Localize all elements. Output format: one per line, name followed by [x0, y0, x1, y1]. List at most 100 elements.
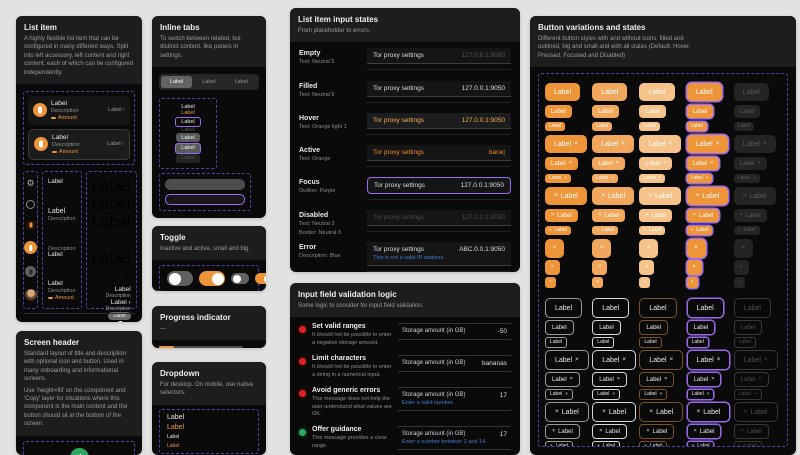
filled-sm-x-label-hover-button[interactable]: × Label [592, 226, 619, 236]
filled-md-icon-hover-button[interactable]: × [592, 260, 608, 276]
dropdown-option[interactable]: Label [167, 443, 251, 449]
outlined-md-x-label-disabled-button[interactable]: × Label [733, 424, 769, 440]
filled-md-label-x-pressed-button[interactable]: Label × [639, 157, 673, 171]
proxy-input[interactable]: Tor proxy settings This is not a valid IP… [367, 241, 511, 266]
filled-sm-x-label-pressed-button[interactable]: × Label [639, 226, 666, 236]
filled-sm-x-label-focus-button[interactable]: × Label [686, 226, 713, 236]
filled-md-label-x-default-button[interactable]: Label × [545, 157, 578, 171]
storage-input[interactable]: Storage amount (in GB) -50 [398, 323, 511, 341]
proxy-input[interactable]: Tor proxy settings 127.0.0.1:9050 [367, 80, 511, 97]
proxy-input[interactable]: Tor proxy settings 127.0.0.1:9050 [367, 209, 511, 226]
filled-sm-label-disabled-button[interactable]: Label [733, 122, 755, 132]
filled-sm-label-x-hover-button[interactable]: Label × [592, 174, 619, 184]
outlined-md-label-x-hover-button[interactable]: Label × [592, 372, 628, 388]
filled-lg-icon-pressed-button[interactable]: × [639, 238, 659, 258]
filled-md-icon-disabled-button[interactable]: × [733, 260, 749, 276]
filled-md-label-x-focus-button[interactable]: Label × [686, 157, 720, 171]
filled-lg-label-focus-button[interactable]: Label [686, 83, 722, 102]
outlined-sm-label-hover-button[interactable]: Label [592, 337, 615, 349]
filled-md-x-label-focus-button[interactable]: × Label [686, 209, 720, 223]
outlined-lg-x-label-focus-button[interactable]: × Label [686, 402, 731, 423]
outlined-md-x-label-default-button[interactable]: × Label [545, 424, 580, 440]
right-link[interactable]: Label › [92, 214, 131, 250]
filled-lg-label-x-disabled-button[interactable]: Label × [733, 135, 776, 154]
filled-sm-label-x-disabled-button[interactable]: Label × [733, 174, 760, 184]
outlined-sm-label-pressed-button[interactable]: Label [639, 337, 662, 349]
outlined-lg-label-hover-button[interactable]: Label [592, 298, 630, 319]
outlined-md-x-label-focus-button[interactable]: × Label [686, 424, 722, 440]
filled-lg-icon-disabled-button[interactable]: × [733, 238, 753, 258]
tab-variant-pill-bg[interactable]: Label [176, 133, 200, 143]
filled-lg-x-label-focus-button[interactable]: × Label [686, 187, 729, 206]
filled-md-x-label-pressed-button[interactable]: × Label [639, 209, 673, 223]
filled-sm-x-label-disabled-button[interactable]: × Label [733, 226, 760, 236]
outlined-lg-x-label-default-button[interactable]: × Label [545, 402, 589, 423]
outlined-sm-x-label-hover-button[interactable]: × Label [592, 441, 621, 447]
filled-md-label-focus-button[interactable]: Label [686, 105, 714, 119]
toggle-big-off[interactable] [167, 271, 193, 287]
tab-variant-orange[interactable]: Label [181, 110, 194, 116]
storage-input[interactable]: Storage amount (in GB) Enter a valid numb… [398, 387, 511, 412]
toggle-small-off[interactable] [231, 273, 249, 285]
proxy-input[interactable]: Tor proxy settings 127.0.0.1:9050 [367, 112, 511, 129]
tab-variant-pill-disabled[interactable]: Label [176, 153, 200, 163]
filled-lg-label-disabled-button[interactable]: Label [733, 83, 769, 102]
dropdown-option[interactable]: Label [167, 424, 251, 431]
tab-2[interactable]: Label [226, 76, 257, 88]
filled-sm-icon-disabled-button[interactable]: × [733, 277, 745, 289]
filled-lg-label-x-hover-button[interactable]: Label × [592, 135, 635, 154]
dropdown-option[interactable]: Label [167, 434, 251, 440]
filled-sm-label-pressed-button[interactable]: Label [639, 122, 660, 132]
filled-sm-label-x-default-button[interactable]: Label × [545, 174, 571, 184]
outlined-lg-label-disabled-button[interactable]: Label [733, 298, 771, 319]
filled-sm-label-x-focus-button[interactable]: Label × [686, 174, 713, 184]
right-two-line[interactable]: Label › Description [106, 299, 131, 312]
outlined-sm-label-focus-button[interactable]: Label [686, 337, 709, 349]
filled-lg-x-label-default-button[interactable]: × Label [545, 187, 587, 206]
filled-lg-icon-hover-button[interactable]: × [592, 238, 612, 258]
filled-sm-icon-focus-button[interactable]: × [686, 277, 698, 289]
filled-md-label-pressed-button[interactable]: Label [639, 105, 667, 119]
filled-lg-label-hover-button[interactable]: Label [592, 83, 628, 102]
filled-sm-label-focus-button[interactable]: Label [686, 122, 707, 132]
filled-md-icon-focus-button[interactable]: × [686, 260, 702, 276]
outlined-lg-label-focus-button[interactable]: Label [686, 298, 724, 319]
toggle-small-on[interactable] [255, 273, 266, 285]
tab-variant-focus[interactable]: Label [175, 116, 201, 127]
outlined-lg-x-label-disabled-button[interactable]: × Label [733, 402, 778, 423]
outlined-sm-x-label-focus-button[interactable]: × Label [686, 441, 715, 447]
filled-lg-label-x-default-button[interactable]: Label × [545, 135, 587, 154]
outlined-md-label-hover-button[interactable]: Label [592, 320, 621, 336]
proxy-input[interactable]: Tor proxy settings 127.0.0.1:9050 [367, 48, 511, 65]
outlined-md-label-x-pressed-button[interactable]: Label × [639, 372, 675, 388]
filled-lg-icon-focus-button[interactable]: × [686, 238, 706, 258]
outlined-lg-label-default-button[interactable]: Label [545, 298, 583, 319]
outlined-md-label-default-button[interactable]: Label [545, 320, 574, 336]
dropdown-option[interactable]: Label [167, 414, 251, 421]
filled-md-icon-pressed-button[interactable]: × [639, 260, 655, 276]
outlined-sm-x-label-disabled-button[interactable]: × Label [733, 441, 762, 447]
list-item[interactable]: Label Description Amount Label › [28, 95, 130, 125]
chevron-right-icon[interactable]: › [128, 320, 130, 322]
filled-lg-x-label-hover-button[interactable]: × Label [592, 187, 635, 206]
filled-lg-label-pressed-button[interactable]: Label [639, 83, 675, 102]
outlined-sm-label-x-default-button[interactable]: Label × [545, 389, 573, 401]
tab-1[interactable]: Label [193, 76, 224, 88]
tab-variant-disabled[interactable]: Label [181, 127, 194, 133]
outlined-lg-x-label-pressed-button[interactable]: × Label [639, 402, 684, 423]
outlined-lg-label-x-focus-button[interactable]: Label × [686, 350, 731, 371]
filled-lg-label-x-focus-button[interactable]: Label × [686, 135, 729, 154]
filled-sm-icon-default-button[interactable]: × [545, 277, 556, 289]
outlined-sm-x-label-default-button[interactable]: × Label [545, 441, 573, 447]
tab-0[interactable]: Label [161, 76, 193, 89]
outlined-md-x-label-pressed-button[interactable]: × Label [639, 424, 675, 440]
filled-lg-x-label-pressed-button[interactable]: × Label [639, 187, 682, 206]
filled-md-label-disabled-button[interactable]: Label [733, 105, 761, 119]
outlined-sm-label-disabled-button[interactable]: Label [733, 337, 757, 349]
proxy-input[interactable]: Tor proxy settings 127.0.0.1:9050 [367, 177, 511, 195]
filled-lg-icon-default-button[interactable]: × [545, 238, 564, 258]
filled-sm-label-hover-button[interactable]: Label [592, 122, 613, 132]
toggle-big-on[interactable] [199, 271, 225, 287]
outlined-lg-label-x-pressed-button[interactable]: Label × [639, 350, 684, 371]
outlined-lg-label-x-hover-button[interactable]: Label × [592, 350, 637, 371]
